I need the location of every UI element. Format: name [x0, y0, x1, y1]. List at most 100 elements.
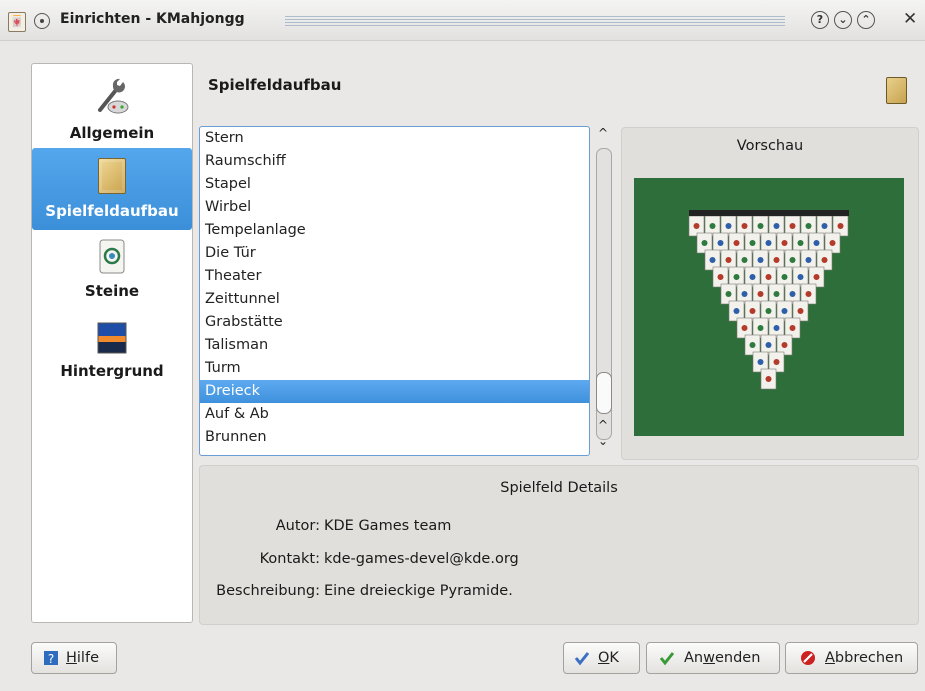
ok-button-label: OK [598, 650, 619, 666]
description-value: Eine dreieckige Pyramide. [324, 583, 513, 599]
preview-tile-symbol [773, 223, 780, 229]
close-icon[interactable]: ✕ [903, 9, 917, 29]
preview-tile-symbol [821, 257, 828, 263]
scroll-down-icon[interactable]: ⌄ [596, 434, 610, 448]
preview-tile-symbol [829, 240, 836, 246]
layout-list-item[interactable]: Stapel [200, 173, 589, 196]
preview-tile-symbol [805, 223, 812, 229]
layout-list[interactable]: Stern Raumschiff Stapel Wirbel Tempelanlage D… [199, 126, 590, 456]
cancel-icon [801, 651, 815, 665]
preview-tile-symbol [717, 240, 724, 246]
preview-tile-symbol [725, 223, 732, 229]
nav-label: Allgemein [69, 124, 155, 142]
preview-tile-symbol [741, 257, 748, 263]
help-button-label: Hilfe [66, 650, 99, 666]
layout-list-item[interactable]: Auf & Ab [200, 403, 589, 426]
preview-tile-symbol [789, 223, 796, 229]
preview-tile-symbol [789, 325, 796, 331]
help-book-icon: ? [44, 651, 58, 666]
tools-gamepad-icon [98, 78, 129, 114]
preview-tile-symbol [701, 240, 708, 246]
nav-item-allgemein[interactable]: Allgemein [32, 76, 192, 154]
layout-list-item[interactable]: Grabstätte [200, 311, 589, 334]
preview-tile-symbol [765, 240, 772, 246]
layout-list-item[interactable]: Brunnen [200, 426, 589, 449]
preview-tile-symbol [813, 240, 820, 246]
preview-top-edge [689, 210, 849, 216]
preview-tile-symbol [781, 240, 788, 246]
layout-list-item[interactable]: Stern [200, 127, 589, 150]
preview-tile-symbol [797, 274, 804, 280]
nav-item-spielfeldaufbau[interactable]: Spielfeldaufbau [32, 148, 192, 230]
checkmark-icon [659, 652, 675, 666]
preview-tile-symbol [781, 308, 788, 314]
preview-tile-symbol [733, 308, 740, 314]
preview-tile-symbol [725, 291, 732, 297]
nav-label: Steine [84, 282, 140, 300]
nav-item-steine[interactable]: Steine [32, 238, 192, 316]
preview-tile-symbol [733, 274, 740, 280]
contact-label: Kontakt: [259, 551, 320, 567]
preview-tile-symbol [749, 274, 756, 280]
layout-list-item[interactable]: Dreieck [200, 380, 589, 403]
preview-tile-symbol [709, 257, 716, 263]
kmahjongg-app-icon[interactable]: 🀄 [8, 12, 26, 32]
preview-tile-symbol [717, 274, 724, 280]
layout-list-scrollbar[interactable]: ^ ^ ⌄ [593, 126, 613, 456]
help-button[interactable]: ? Hilfe [31, 642, 117, 674]
preview-tile-symbol [757, 223, 764, 229]
preview-tile-symbol [765, 274, 772, 280]
layout-list-item[interactable]: Talisman [200, 334, 589, 357]
description-label: Beschreibung: [216, 583, 320, 599]
window-menu-icon[interactable] [34, 13, 50, 29]
layout-list-item[interactable]: Die Tür [200, 242, 589, 265]
preview-tile-symbol [813, 274, 820, 280]
shade-icon[interactable]: ⌄ [834, 11, 852, 29]
details-title: Spielfeld Details [500, 480, 618, 496]
title-bar-decoration [285, 16, 785, 26]
preview-tile-symbol [797, 308, 804, 314]
nav-item-hintergrund[interactable]: Hintergrund [32, 322, 192, 400]
preview-tile-symbol [741, 325, 748, 331]
ok-button[interactable]: OK [563, 642, 640, 674]
layout-details-group: Spielfeld Details Autor: KDE Games team … [199, 465, 919, 625]
checkmark-icon [574, 652, 590, 666]
settings-page-list: Allgemein Spielfeldaufbau Steine Hinterg… [31, 63, 193, 623]
maximize-icon[interactable]: ⌃ [857, 11, 875, 29]
cancel-button-label: Abbrechen [825, 650, 904, 666]
preview-tile-symbol [773, 325, 780, 331]
cancel-button[interactable]: Abbrechen [785, 642, 918, 674]
page-title: Spielfeldaufbau [208, 76, 342, 94]
layout-list-item[interactable]: Raumschiff [200, 150, 589, 173]
apply-button[interactable]: Anwenden [646, 642, 780, 674]
layout-list-item[interactable]: Turm [200, 357, 589, 380]
help-icon[interactable]: ? [811, 11, 829, 29]
contact-value: kde-games-devel@kde.org [324, 551, 519, 567]
preview-title: Vorschau [736, 138, 804, 154]
layout-list-item[interactable]: Wirbel [200, 196, 589, 219]
preview-tile-symbol [757, 257, 764, 263]
scroll-up-lower-icon[interactable]: ^ [596, 418, 610, 432]
layout-list-item[interactable]: Theater [200, 265, 589, 288]
tile-layout-icon [886, 77, 907, 104]
preview-tile-symbol [765, 376, 772, 382]
preview-tile-symbol [741, 223, 748, 229]
layout-preview-image [634, 178, 904, 436]
preview-tile-symbol [789, 291, 796, 297]
preview-tile-symbol [797, 240, 804, 246]
preview-tile-symbol [749, 308, 756, 314]
preview-tile-symbol [741, 291, 748, 297]
layout-list-item[interactable]: Zeittunnel [200, 288, 589, 311]
author-label: Autor: [275, 518, 320, 534]
preview-tile-symbol [725, 257, 732, 263]
nav-label: Spielfeldaufbau [45, 202, 179, 220]
layout-list-item[interactable]: Tempelanlage [200, 219, 589, 242]
preview-tile-symbol [749, 240, 756, 246]
preview-tile-symbol [773, 359, 780, 365]
preview-tile-symbol [693, 223, 700, 229]
svg-text:?: ? [48, 652, 54, 666]
preview-tile-symbol [773, 257, 780, 263]
scroll-up-icon[interactable]: ^ [596, 126, 610, 140]
preview-group: Vorschau [621, 127, 919, 460]
scroll-thumb[interactable] [596, 372, 612, 414]
